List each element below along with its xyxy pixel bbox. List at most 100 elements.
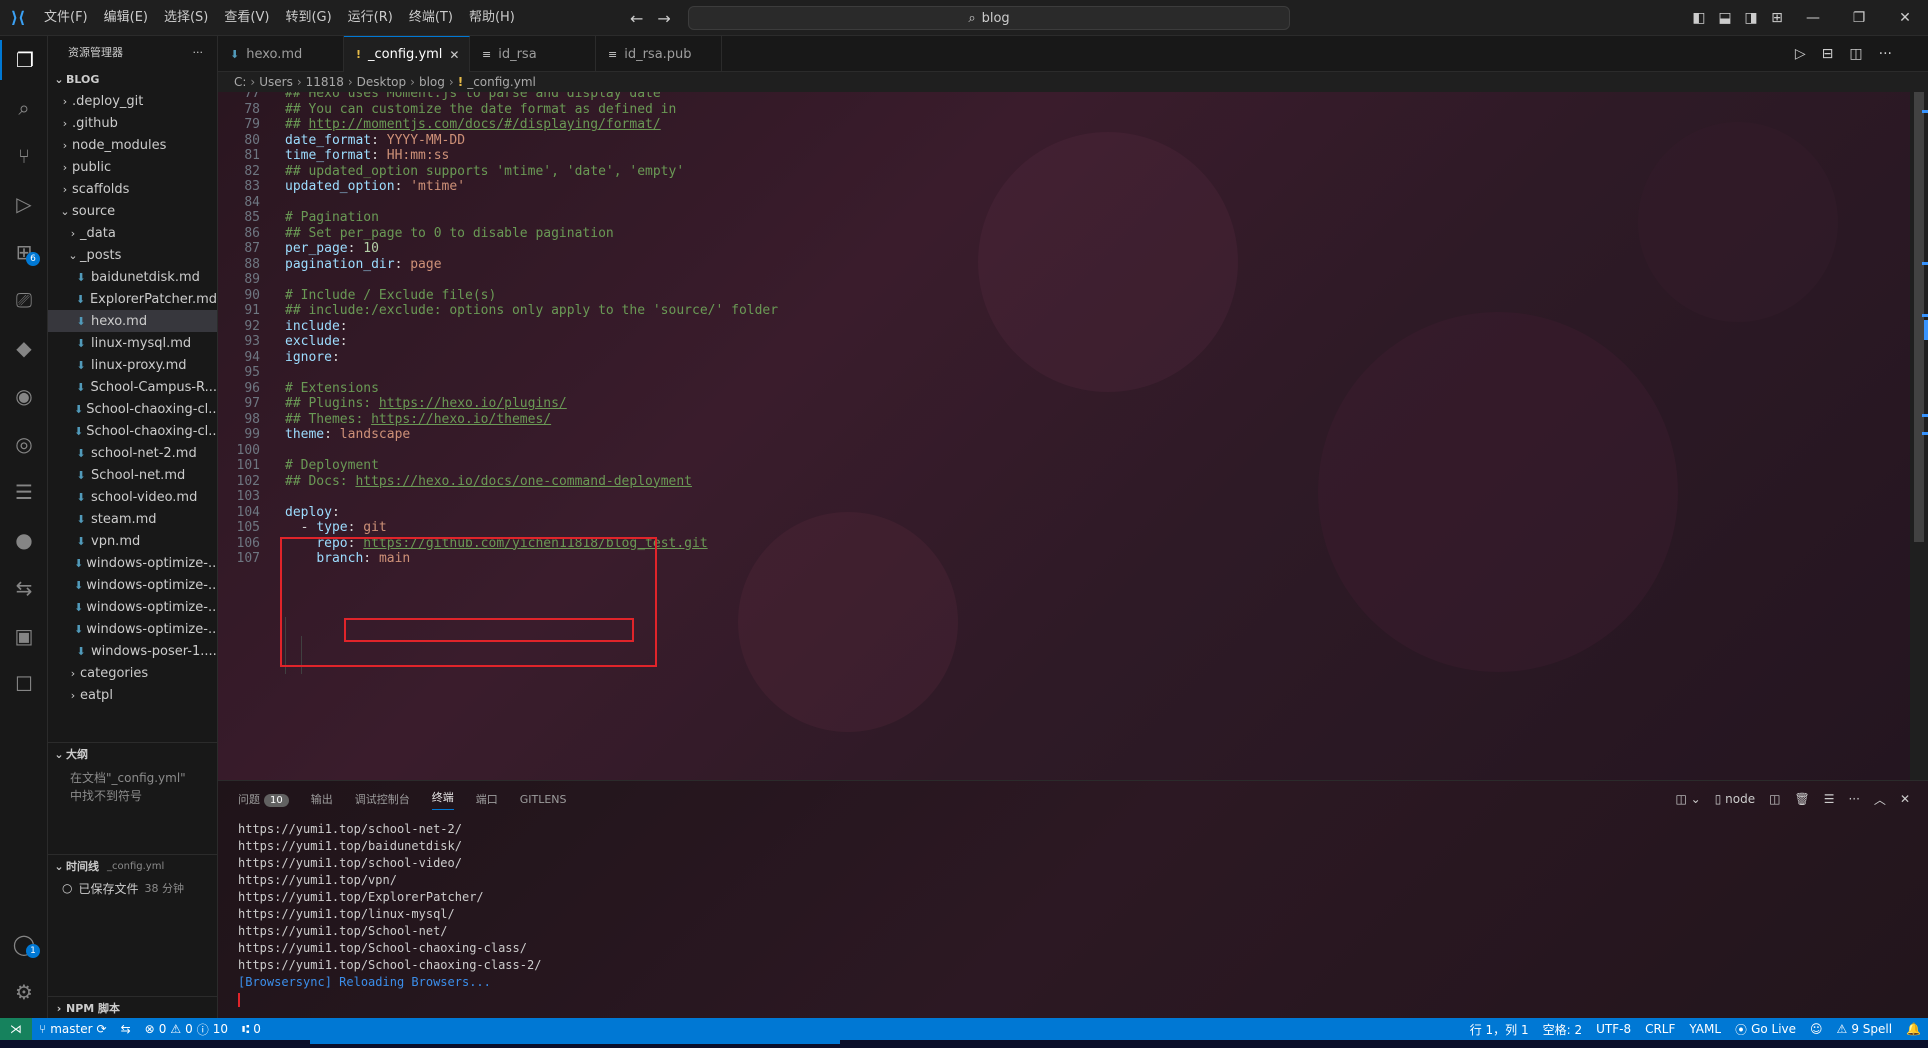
menu-item[interactable]: 编辑(E) [96, 0, 156, 36]
toggle-sidebar-icon[interactable]: ◧ [1686, 10, 1712, 26]
split-terminal-icon[interactable]: ◫ [1769, 792, 1780, 806]
docker-icon[interactable]: ▣ [0, 616, 48, 656]
tree-file[interactable]: ⬇ vpn.md [48, 530, 217, 552]
panel-tab[interactable]: GITLENS [520, 793, 567, 806]
python-icon[interactable]: ◆ [0, 328, 48, 368]
menu-item[interactable]: 转到(G) [277, 0, 339, 36]
breadcrumb-item[interactable]: blog [419, 75, 445, 89]
timeline-section-header[interactable]: ⌄ 时间线 _config.yml [48, 855, 217, 877]
run-debug-icon[interactable]: ▷ [0, 184, 48, 224]
editor-tab[interactable]: ≡ id_rsa [470, 36, 596, 72]
timeline-entry[interactable]: ○ 已保存文件 38 分钟 [48, 877, 217, 899]
tree-file[interactable]: ⬇ baidunetdisk.md [48, 266, 217, 288]
terminal-split-dropdown-icon[interactable]: ◫ ⌄ [1676, 792, 1701, 806]
npm-scripts-section-header[interactable]: › NPM 脚本 [48, 997, 217, 1018]
more-actions-icon[interactable]: ··· [193, 46, 204, 59]
explorer-icon[interactable]: ❐ [0, 40, 48, 80]
tree-folder[interactable]: › _data [48, 222, 217, 244]
minimize-icon[interactable]: — [1790, 10, 1836, 26]
forward-arrow-icon[interactable]: → [657, 9, 670, 28]
tree-file[interactable]: ⬇ linux-mysql.md [48, 332, 217, 354]
back-arrow-icon[interactable]: ← [630, 9, 643, 28]
menu-item[interactable]: 运行(R) [340, 0, 401, 36]
toggle-panel-icon[interactable]: ⬓ [1712, 10, 1738, 26]
liveshare-status-icon[interactable]: ⇆ [114, 1022, 138, 1036]
tree-file[interactable]: ⬇ windows-optimize-... [48, 552, 217, 574]
editor-tab[interactable]: ≡ id_rsa.pub [596, 36, 722, 72]
gitlens-icon[interactable]: ◉ [0, 376, 48, 416]
spell-status[interactable]: ⚠ 9 Spell [1830, 1022, 1900, 1036]
ports-status[interactable]: ⑆ 0 [235, 1022, 268, 1036]
tree-file[interactable]: ⬇ School-chaoxing-cl... [48, 398, 217, 420]
terminal-name[interactable]: ▯ node [1715, 792, 1755, 806]
terminal-list-icon[interactable]: ☰ [1824, 792, 1835, 806]
panel-tab[interactable]: 输出 [311, 791, 333, 807]
code-editor[interactable]: 77 ## Hexo uses Moment.js to parse and di… [218, 92, 1910, 780]
tree-folder[interactable]: › node_modules [48, 134, 217, 156]
tree-file[interactable]: ⬇ school-net-2.md [48, 442, 217, 464]
breadcrumb-item[interactable]: 11818 [306, 75, 344, 89]
tree-file[interactable]: ⬇ school-video.md [48, 486, 217, 508]
encoding[interactable]: UTF-8 [1589, 1022, 1638, 1036]
github-icon[interactable]: ● [0, 520, 48, 560]
tree-file[interactable]: ⬇ School-Campus-R... [48, 376, 217, 398]
go-live[interactable]: ⦿ Go Live [1728, 1021, 1803, 1038]
maximize-panel-icon[interactable]: ︿ [1874, 791, 1886, 808]
menu-item[interactable]: 选择(S) [156, 0, 216, 36]
editor-tab[interactable]: ⬇ hexo.md [218, 36, 344, 72]
menu-item[interactable]: 终端(T) [401, 0, 461, 36]
toggle-secondary-sidebar-icon[interactable]: ◨ [1738, 10, 1764, 26]
tree-file[interactable]: ⬇ linux-proxy.md [48, 354, 217, 376]
tree-file[interactable]: ⬇ windows-optimize-... [48, 596, 217, 618]
tree-folder[interactable]: › eatpl [48, 684, 217, 706]
panel-tab[interactable]: 调试控制台 [355, 791, 410, 807]
restore-icon[interactable]: ❐ [1836, 10, 1882, 26]
tree-folder[interactable]: › categories [48, 662, 217, 684]
tree-file[interactable]: ⬇ windows-optimize-... [48, 618, 217, 640]
tree-file[interactable]: ⬇ ExplorerPatcher.md [48, 288, 217, 310]
menu-item[interactable]: 帮助(H) [461, 0, 523, 36]
menu-item[interactable]: 查看(V) [216, 0, 277, 36]
outline-view-icon[interactable]: ☰ [0, 472, 48, 512]
folder-section-header[interactable]: ⌄ BLOG [48, 68, 217, 90]
tree-file[interactable]: ⬇ windows-optimize-... [48, 574, 217, 596]
breadcrumb-item[interactable]: Desktop [357, 75, 407, 89]
end-of-line[interactable]: CRLF [1638, 1022, 1682, 1036]
editor-tab[interactable]: ! _config.yml ✕ [344, 36, 470, 72]
scrollbar-thumb[interactable] [1914, 92, 1924, 542]
gitlens-inspect-icon[interactable]: ◎ [0, 424, 48, 464]
source-control-icon[interactable]: ⑂ [0, 136, 48, 176]
split-editor-icon[interactable]: ◫ [1849, 46, 1862, 62]
tree-file[interactable]: ⬇ School-chaoxing-cl... [48, 420, 217, 442]
run-icon[interactable]: ▷ [1795, 46, 1806, 62]
outline-section-header[interactable]: ⌄ 大纲 [48, 743, 217, 765]
breadcrumb-item[interactable]: Users [259, 75, 293, 89]
panel-tab[interactable]: 端口 [476, 791, 498, 807]
language-mode[interactable]: YAML [1682, 1022, 1728, 1036]
cursor-position[interactable]: 行 1，列 1 [1463, 1021, 1536, 1038]
editor-scrollbar[interactable] [1910, 92, 1928, 780]
tree-folder[interactable]: › scaffolds [48, 178, 217, 200]
tree-file[interactable]: ⬇ School-net.md [48, 464, 217, 486]
tree-folder[interactable]: ⌄ source [48, 200, 217, 222]
close-tab-icon[interactable]: ✕ [449, 48, 459, 62]
panel-tab[interactable]: 问题 10 [238, 791, 289, 807]
open-preview-icon[interactable]: ⊟ [1822, 46, 1834, 62]
extensions-icon[interactable]: ⊞ 6 [0, 232, 48, 272]
terminal-prompt[interactable] [218, 991, 1928, 1008]
notifications-bell-icon[interactable]: 🔔 [1899, 1022, 1928, 1036]
tree-folder[interactable]: › .github [48, 112, 217, 134]
indentation[interactable]: 空格: 2 [1536, 1021, 1590, 1038]
more-actions-icon[interactable]: ··· [1848, 792, 1859, 806]
kill-terminal-icon[interactable]: 🗑 [1794, 792, 1809, 806]
live-share-icon[interactable]: ⇆ [0, 568, 48, 608]
breadcrumb-item[interactable]: _config.yml [467, 75, 536, 89]
command-center-search[interactable]: ⌕ blog [688, 6, 1290, 30]
copilot-icon[interactable]: ☺ [1803, 1022, 1830, 1036]
close-window-icon[interactable]: ✕ [1882, 10, 1928, 26]
tree-folder[interactable]: ⌄ _posts [48, 244, 217, 266]
remote-explorer-icon[interactable]: ⎚ [0, 280, 48, 320]
breadcrumb-item[interactable]: C: [234, 75, 246, 89]
tree-folder[interactable]: › .deploy_git [48, 90, 217, 112]
accounts-icon[interactable]: ◯ 1 [0, 924, 48, 964]
